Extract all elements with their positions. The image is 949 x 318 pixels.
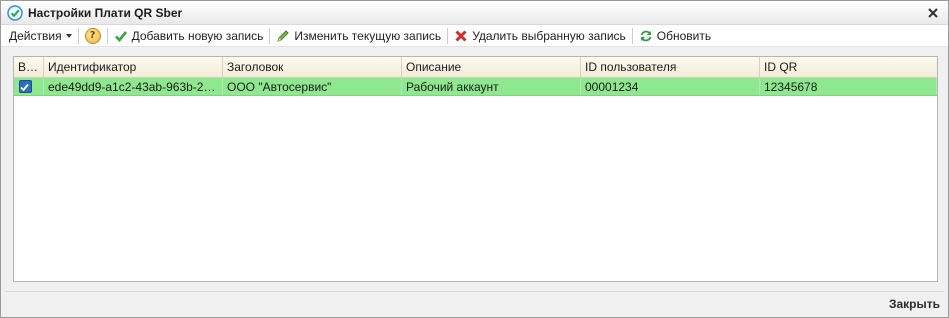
actions-menu-label: Действия: [9, 28, 62, 43]
app-logo-icon: [7, 4, 23, 21]
close-icon: [928, 8, 938, 18]
cell-identifier: ede49dd9-a1c2-43ab-963b-22478...: [44, 78, 223, 95]
toolbar-divider: [631, 27, 633, 44]
toolbar-divider: [77, 27, 79, 44]
records-table: Вы... Идентификатор Заголовок Описание I…: [13, 56, 938, 282]
cell-qr-id: 12345678: [760, 78, 937, 95]
add-record-button[interactable]: Добавить новую запись: [111, 26, 267, 46]
help-icon: ?: [84, 27, 101, 44]
toolbar-divider: [447, 27, 449, 44]
actions-menu-button[interactable]: Действия: [6, 26, 75, 46]
toolbar-divider: [269, 27, 271, 44]
checkmark-icon: [114, 30, 127, 42]
column-header-description[interactable]: Описание: [402, 57, 581, 77]
refresh-button[interactable]: Обновить: [636, 26, 714, 46]
column-header-qr-id[interactable]: ID QR: [760, 57, 937, 77]
checkmark-icon: [20, 83, 29, 92]
toolbar-divider: [106, 27, 108, 44]
row-checkbox[interactable]: [19, 80, 32, 93]
row-select-cell[interactable]: [14, 78, 44, 95]
column-header-identifier[interactable]: Идентификатор: [44, 57, 223, 77]
edit-record-button[interactable]: Изменить текущую запись: [273, 26, 444, 46]
toolbar: Действия ? Добавить новую запись Изменит…: [1, 25, 948, 47]
cell-title: ООО "Автосервис": [223, 78, 402, 95]
title-bar: Настройки Плати QR Sber: [1, 1, 948, 25]
column-header-title[interactable]: Заголовок: [223, 57, 402, 77]
edit-record-label: Изменить текущую запись: [294, 28, 442, 43]
column-header-selected[interactable]: Вы...: [14, 57, 44, 77]
footer-bar: Закрыть: [5, 291, 944, 317]
window-close-button[interactable]: [924, 4, 942, 22]
pencil-icon: [277, 29, 290, 42]
table-row[interactable]: ede49dd9-a1c2-43ab-963b-22478... ООО "Ав…: [14, 78, 937, 96]
delete-record-button[interactable]: Удалить выбранную запись: [451, 26, 629, 46]
settings-window: Настройки Плати QR Sber Действия ? Добав…: [0, 0, 949, 318]
table-header: Вы... Идентификатор Заголовок Описание I…: [14, 57, 937, 78]
cell-user-id: 00001234: [581, 78, 760, 95]
chevron-down-icon: [65, 33, 72, 38]
delete-x-icon: [455, 29, 467, 42]
refresh-label: Обновить: [656, 28, 712, 43]
close-button[interactable]: Закрыть: [889, 297, 940, 311]
window-title: Настройки Плати QR Sber: [28, 5, 183, 20]
column-header-user-id[interactable]: ID пользователя: [581, 57, 760, 77]
delete-record-label: Удалить выбранную запись: [472, 28, 626, 43]
add-record-label: Добавить новую запись: [131, 28, 264, 43]
refresh-icon: [640, 30, 652, 41]
cell-description: Рабочий аккаунт: [402, 78, 581, 95]
help-button[interactable]: ?: [82, 26, 104, 46]
